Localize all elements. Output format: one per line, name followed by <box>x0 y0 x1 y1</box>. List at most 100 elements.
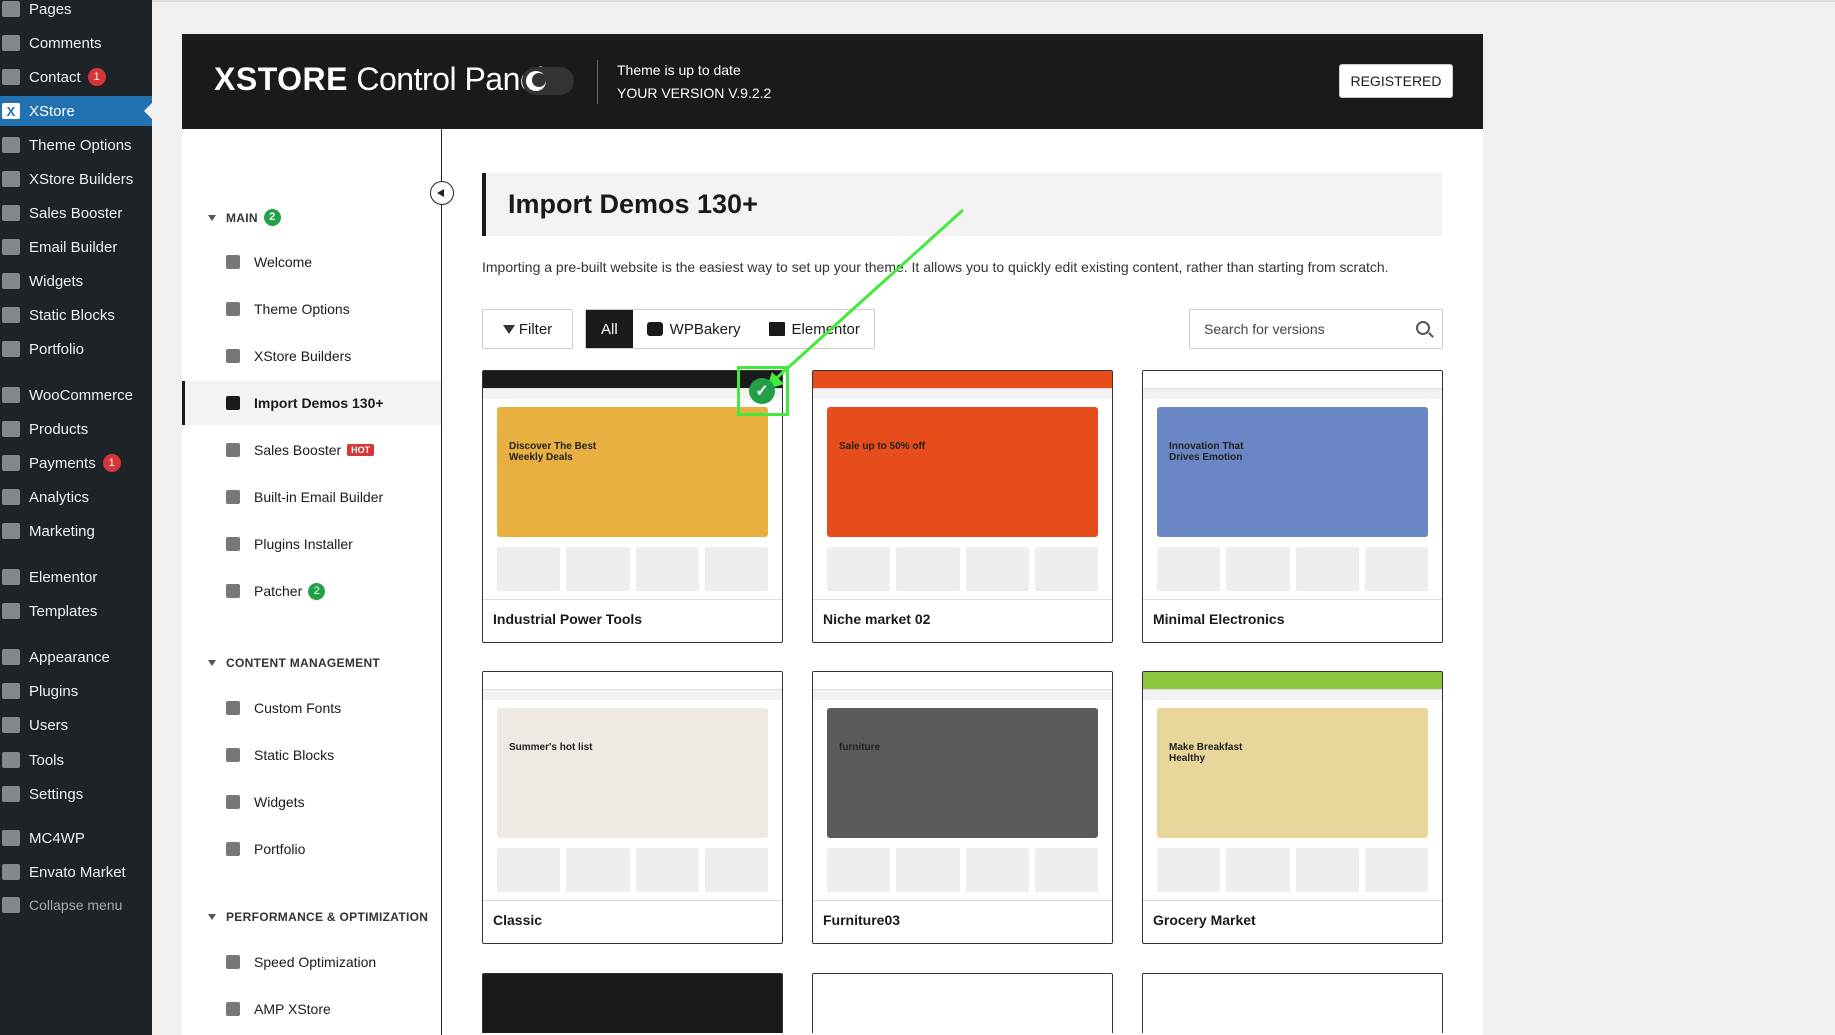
wp-menu-label: Plugins <box>29 682 79 700</box>
nav-section-label: MAIN <box>226 210 258 225</box>
nav-item-plugins-installer[interactable]: Plugins Installer <box>182 522 441 566</box>
thumb-product <box>635 547 699 591</box>
demo-card[interactable]: Summer's hot list Classic <box>482 671 783 944</box>
wp-menu-tools[interactable]: Tools <box>0 745 152 775</box>
thumb-nav <box>1143 389 1442 399</box>
demo-card-partial[interactable] <box>1142 973 1443 1033</box>
header-divider <box>597 60 598 104</box>
wp-menu-collapse-menu[interactable]: Collapse menu <box>0 890 152 920</box>
wp-menu-icon <box>2 171 20 187</box>
wp-menu-elementor[interactable]: Elementor <box>0 562 152 592</box>
wp-menu-label: Products <box>29 420 89 438</box>
demo-card-partial[interactable] <box>482 973 783 1033</box>
nav-item-label: Import Demos 130+ <box>254 395 384 411</box>
thumb-product <box>965 547 1029 591</box>
thumb-product <box>965 848 1029 892</box>
nav-item-theme-options[interactable]: Theme Options <box>182 287 441 331</box>
wp-menu-icon <box>2 273 20 289</box>
wp-menu-icon <box>2 717 20 733</box>
wp-menu-icon <box>2 387 20 403</box>
theme-version: YOUR VERSION V.9.2.2 <box>617 85 772 101</box>
theme-status: Theme is up to date <box>617 62 741 78</box>
wp-menu-comments[interactable]: Comments <box>0 28 152 58</box>
thumb-product-row <box>497 547 768 591</box>
thumb-product <box>635 848 699 892</box>
wp-menu-label: XStore <box>29 102 75 120</box>
demo-card-title: Minimal Electronics <box>1153 611 1285 627</box>
nav-item-custom-fonts[interactable]: Custom Fonts <box>182 686 441 730</box>
demo-card[interactable]: Sale up to 50% off Niche market 02 <box>812 370 1113 643</box>
nav-item-import-demos-130-[interactable]: Import Demos 130+ <box>182 381 441 425</box>
search-versions-input[interactable]: Search for versions <box>1189 309 1443 349</box>
nav-item-label: Welcome <box>254 254 313 270</box>
nav-item-label: Portfolio <box>254 841 306 857</box>
collapse-nav-button[interactable] <box>430 181 454 205</box>
demo-thumbnail[interactable]: Sale up to 50% off <box>813 371 1112 600</box>
nav-item-built-in-email-builder[interactable]: Built-in Email Builder <box>182 475 441 519</box>
thumb-product <box>1157 848 1221 892</box>
wp-menu-woocommerce[interactable]: WooCommerce <box>0 380 152 410</box>
wp-menu-sales-booster[interactable]: Sales Booster <box>0 198 152 228</box>
demo-thumbnail[interactable]: Innovation That Drives Emotion <box>1143 371 1442 600</box>
wp-menu-products[interactable]: Products <box>0 414 152 444</box>
wp-menu-icon <box>2 307 20 323</box>
wp-menu-xstore-builders[interactable]: XStore Builders <box>0 164 152 194</box>
nav-item-xstore-builders[interactable]: XStore Builders <box>182 334 441 378</box>
nav-section-content-management[interactable]: CONTENT MANAGEMENT <box>208 656 380 670</box>
wp-menu-xstore[interactable]: X XStore <box>0 96 152 126</box>
demo-thumbnail[interactable]: Make Breakfast Healthy <box>1143 672 1442 901</box>
nav-item-static-blocks[interactable]: Static Blocks <box>182 733 441 777</box>
demo-thumbnail[interactable]: Summer's hot list <box>483 672 782 901</box>
nav-item-portfolio[interactable]: Portfolio <box>182 827 441 871</box>
wp-menu-users[interactable]: Users <box>0 710 152 740</box>
wp-menu-icon <box>2 752 20 768</box>
nav-item-amp-xstore[interactable]: AMP XStore <box>182 987 441 1031</box>
wp-menu-settings[interactable]: Settings <box>0 779 152 809</box>
dark-mode-toggle[interactable] <box>522 67 574 95</box>
filter-button[interactable]: Filter <box>482 309 573 349</box>
wp-menu-plugins[interactable]: Plugins <box>0 676 152 706</box>
thumb-product <box>1364 547 1428 591</box>
nav-item-sales-booster[interactable]: Sales Booster HOT <box>182 428 441 472</box>
thumb-product <box>827 547 891 591</box>
wp-menu-mc4wp[interactable]: MC4WP <box>0 823 152 853</box>
demo-card-partial[interactable] <box>812 973 1113 1033</box>
nav-item-speed-optimization[interactable]: Speed Optimization <box>182 940 441 984</box>
nav-item-welcome[interactable]: Welcome <box>182 240 441 284</box>
wp-menu-pages[interactable]: Pages <box>0 0 152 24</box>
demo-card[interactable]: Innovation That Drives Emotion Minimal El… <box>1142 370 1443 643</box>
wp-menu-payments[interactable]: Payments 1 <box>0 448 152 478</box>
nav-item-widgets[interactable]: Widgets <box>182 780 441 824</box>
wp-menu-label: Theme Options <box>29 136 132 154</box>
wp-menu-icon <box>2 239 20 255</box>
segment-all[interactable]: All <box>586 310 633 348</box>
wp-menu-portfolio[interactable]: Portfolio <box>0 334 152 364</box>
demo-card-title: Niche market 02 <box>823 611 931 627</box>
page-description: Importing a pre-built website is the eas… <box>482 259 1389 275</box>
wp-menu-email-builder[interactable]: Email Builder <box>0 232 152 262</box>
demo-thumbnail[interactable]: furniture <box>813 672 1112 901</box>
wp-menu-marketing[interactable]: Marketing <box>0 516 152 546</box>
thumb-hero <box>1157 708 1428 838</box>
nav-section-main[interactable]: MAIN 2 <box>208 209 281 226</box>
filter-label: Filter <box>518 320 553 338</box>
wp-menu-static-blocks[interactable]: Static Blocks <box>0 300 152 330</box>
wp-menu-templates[interactable]: Templates <box>0 596 152 626</box>
wp-menu-analytics[interactable]: Analytics <box>0 482 152 512</box>
thumb-hero <box>1157 407 1428 537</box>
demo-card[interactable]: furniture Furniture03 <box>812 671 1113 944</box>
wp-menu-theme-options[interactable]: Theme Options <box>0 130 152 160</box>
thumb-hero-text: Innovation That Drives Emotion <box>1169 441 1244 463</box>
builder-segmented-control: All WPBakery Elementor <box>585 309 875 349</box>
wp-menu-widgets[interactable]: Widgets <box>0 266 152 296</box>
nav-section-label: CONTENT MANAGEMENT <box>226 656 381 670</box>
wp-menu-envato-market[interactable]: Envato Market <box>0 857 152 887</box>
segment-wpbakery[interactable]: WPBakery <box>633 310 755 348</box>
registered-button[interactable]: REGISTERED <box>1339 64 1453 98</box>
segment-elementor[interactable]: Elementor <box>755 310 874 348</box>
nav-item-patcher[interactable]: Patcher 2 <box>182 569 441 613</box>
nav-section-performance[interactable]: PERFORMANCE & OPTIMIZATION <box>208 910 428 924</box>
wp-menu-contact[interactable]: Contact 1 <box>0 62 152 92</box>
demo-card[interactable]: Make Breakfast Healthy Grocery Market <box>1142 671 1443 944</box>
wp-menu-appearance[interactable]: Appearance <box>0 642 152 672</box>
